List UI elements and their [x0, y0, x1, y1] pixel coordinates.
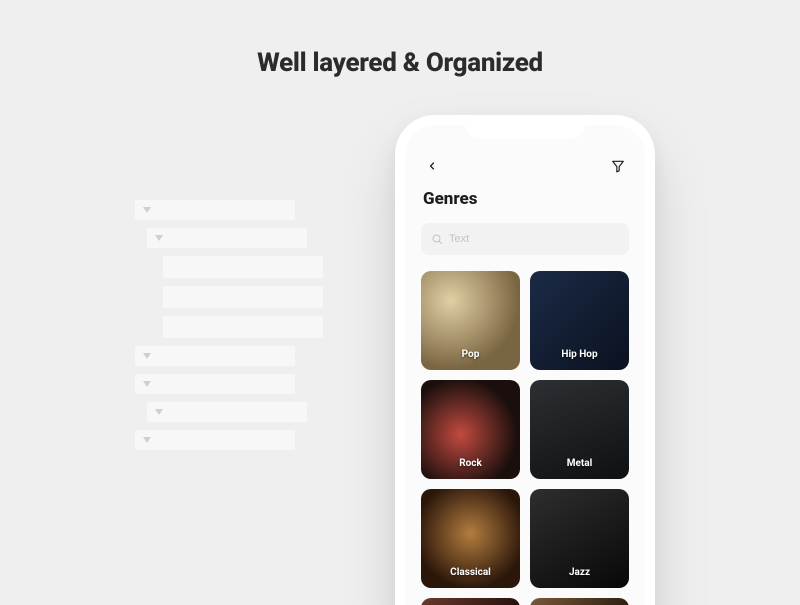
layer-row[interactable]: [135, 430, 295, 450]
phone-notch: [465, 115, 585, 139]
layer-row[interactable]: [147, 402, 307, 422]
genre-tile-jazz[interactable]: Jazz: [530, 489, 629, 588]
genre-label: Classical: [450, 567, 491, 578]
genre-label: Hip Hop: [561, 349, 597, 360]
back-button[interactable]: [423, 157, 441, 175]
phone-screen: Genres Pop Hip Hop Rock Metal Classical …: [405, 125, 645, 605]
layer-row[interactable]: [147, 228, 307, 248]
page-title: Genres: [421, 189, 629, 209]
genre-tile-hiphop[interactable]: Hip Hop: [530, 271, 629, 370]
genre-label: Pop: [462, 349, 480, 360]
chevron-left-icon: [426, 160, 438, 172]
phone-mockup: Genres Pop Hip Hop Rock Metal Classical …: [395, 115, 655, 605]
genre-tile-partial[interactable]: [421, 598, 520, 605]
topbar: [421, 153, 629, 189]
genre-tile-metal[interactable]: Metal: [530, 380, 629, 479]
genre-tile-pop[interactable]: Pop: [421, 271, 520, 370]
search-input[interactable]: [449, 233, 619, 245]
genre-tile-rock[interactable]: Rock: [421, 380, 520, 479]
genre-grid: Pop Hip Hop Rock Metal Classical Jazz: [421, 271, 629, 588]
layers-panel: [135, 200, 335, 458]
filter-button[interactable]: [609, 157, 627, 175]
genre-grid-overflow: [421, 598, 629, 605]
search-icon: [431, 233, 443, 245]
layer-row[interactable]: [135, 374, 295, 394]
layer-row[interactable]: [163, 316, 323, 338]
genre-tile-classical[interactable]: Classical: [421, 489, 520, 588]
genre-label: Jazz: [569, 567, 590, 578]
promo-headline: Well layered & Organized: [0, 48, 800, 78]
layer-row[interactable]: [163, 286, 323, 308]
layer-row[interactable]: [135, 200, 295, 220]
genre-label: Rock: [459, 458, 482, 469]
genre-tile-partial[interactable]: [530, 598, 629, 605]
filter-icon: [611, 159, 625, 173]
layer-row[interactable]: [163, 256, 323, 278]
search-input-wrap[interactable]: [421, 223, 629, 255]
genre-label: Metal: [567, 458, 593, 469]
layer-row[interactable]: [135, 346, 295, 366]
